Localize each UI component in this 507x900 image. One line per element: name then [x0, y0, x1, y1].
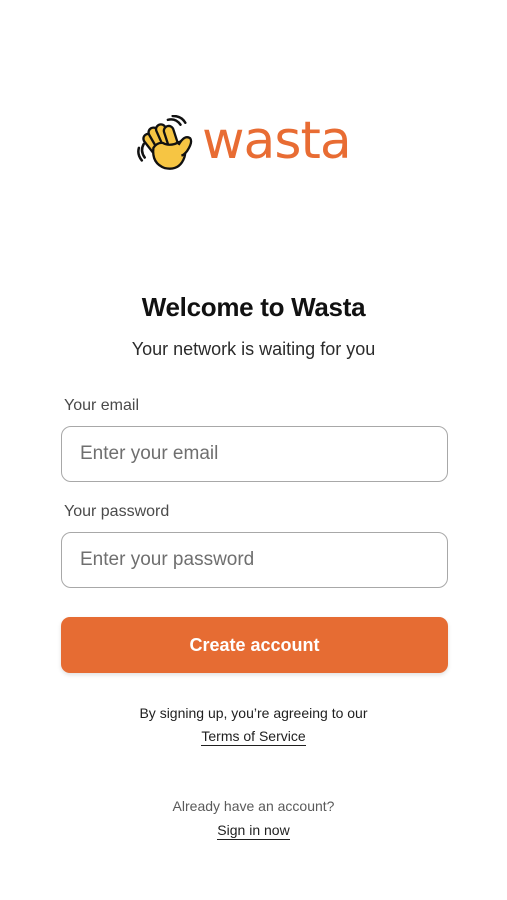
signin-prompt: Already have an account?	[172, 798, 335, 814]
waving-hand-icon	[137, 115, 193, 170]
signin-link-row: Sign in now	[0, 822, 507, 840]
terms-notice: By signing up, you’re agreeing to our	[139, 705, 368, 721]
page-title: Welcome to Wasta	[141, 292, 366, 322]
brand-logo: wasta	[136, 111, 352, 176]
sign-in-link[interactable]: Sign in now	[217, 822, 290, 840]
password-label: Your password	[64, 503, 170, 520]
password-field[interactable]	[61, 532, 448, 588]
terms-link-row: Terms of Service	[0, 728, 507, 746]
terms-of-service-link[interactable]: Terms of Service	[201, 728, 306, 746]
page-subtitle: Your network is waiting for you	[131, 339, 376, 359]
email-field[interactable]	[61, 426, 448, 482]
brand-wordmark: wasta	[202, 111, 352, 171]
create-account-button[interactable]: Create account	[61, 617, 448, 673]
email-label: Your email	[64, 397, 140, 414]
